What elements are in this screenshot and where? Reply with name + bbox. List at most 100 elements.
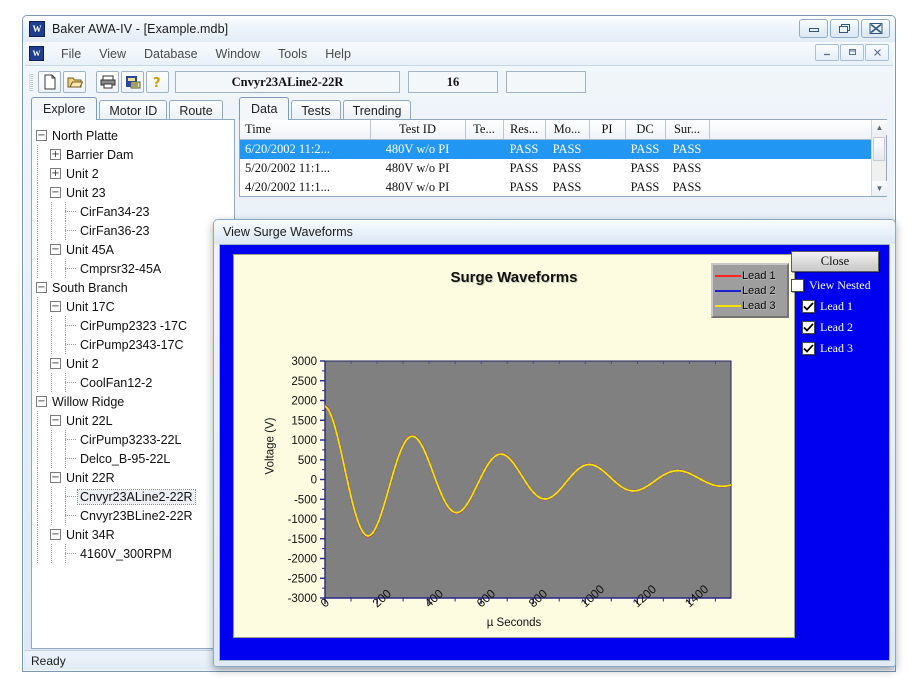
tree-item[interactable]: Cnvyr23ALine2-22R (36, 487, 234, 506)
tree-item[interactable]: − Willow Ridge (36, 392, 234, 411)
tree-item[interactable]: CirPump3233-22L (36, 430, 234, 449)
tree-collapse-icon[interactable]: − (50, 187, 61, 198)
checkbox-row[interactable]: Lead 2 (802, 320, 883, 335)
column-header[interactable]: Time (240, 120, 371, 140)
plot-wrapper: 3000 2500 2000 1500 1000 500 0 -500 -1000 -1500 -2… (234, 255, 794, 637)
column-header[interactable] (709, 120, 886, 140)
tree-item[interactable]: CirFan36-23 (36, 221, 234, 240)
grid-scrollbar[interactable]: ▲ ▼ (871, 120, 887, 196)
tab-data[interactable]: Data (239, 97, 290, 120)
column-header[interactable]: Te... (465, 120, 504, 140)
column-header[interactable]: Res... (503, 120, 546, 140)
tree-collapse-icon[interactable]: − (50, 301, 61, 312)
table-row[interactable]: 6/20/2002 11:2... 480V w/o PI PASS PASS PASS… (240, 139, 886, 159)
checkbox-checked-icon[interactable] (802, 300, 815, 313)
scroll-thumb[interactable] (873, 137, 885, 161)
tree-collapse-icon[interactable]: − (50, 529, 61, 540)
checkbox-checked-icon[interactable] (802, 342, 815, 355)
toolbar-blank-field[interactable] (506, 71, 586, 93)
tree-item[interactable]: − North Platte (36, 126, 234, 145)
tree-item[interactable]: + Unit 2 (36, 164, 234, 183)
tree-item[interactable]: − Unit 22L (36, 411, 234, 430)
tree-item[interactable]: Cmprsr32-45A (36, 259, 234, 278)
menu-item-tools[interactable]: Tools (269, 44, 316, 64)
minimize-button[interactable] (799, 19, 828, 38)
checkbox-row[interactable]: Lead 3 (802, 341, 883, 356)
tree-item[interactable]: − Unit 45A (36, 240, 234, 259)
menu-item-view[interactable]: View (90, 44, 135, 64)
tree-indent (36, 202, 50, 221)
tree-collapse-icon[interactable]: − (50, 415, 61, 426)
print-icon[interactable] (96, 71, 119, 93)
tree-item[interactable]: CoolFan12-2 (36, 373, 234, 392)
tree-item[interactable]: 4160V_300RPM (36, 544, 234, 563)
tree-item[interactable]: − Unit 17C (36, 297, 234, 316)
tree-expand-icon[interactable]: + (50, 168, 61, 179)
motor-id-field[interactable]: Cnvyr23ALine2-22R (175, 71, 400, 93)
mdi-minimize-button[interactable] (815, 44, 839, 61)
scroll-up-icon[interactable]: ▲ (872, 120, 887, 135)
checkbox-checked-icon[interactable] (802, 321, 815, 334)
menu-item-help[interactable]: Help (316, 44, 360, 64)
tree-item[interactable]: − South Branch (36, 278, 234, 297)
toolbar-grip[interactable] (29, 73, 33, 91)
mdi-close-button[interactable] (865, 44, 889, 61)
column-header[interactable]: PI (589, 120, 626, 140)
tree-item[interactable]: − Unit 23 (36, 183, 234, 202)
tree-view[interactable]: − North Platte + Barrier Dam + Unit 2− Unit 23… (31, 119, 235, 649)
tab-trending[interactable]: Trending (342, 100, 412, 121)
tree-collapse-icon[interactable]: − (36, 130, 47, 141)
dialog-title: View Surge Waveforms (223, 225, 353, 239)
tree-item[interactable]: CirPump2343-17C (36, 335, 234, 354)
scroll-down-icon[interactable]: ▼ (872, 181, 887, 196)
tree-item[interactable]: Cnvyr23BLine2-22R (36, 506, 234, 525)
tree-collapse-icon[interactable]: − (50, 472, 61, 483)
table-cell: 480V w/o PI (385, 160, 450, 175)
restore-button[interactable] (830, 19, 859, 38)
menu-item-window[interactable]: Window (207, 44, 269, 64)
table-row[interactable]: 4/20/2002 11:1... 480V w/o PI PASS PASS PASS… (240, 178, 886, 197)
tree-item[interactable]: Delco_B-95-22L (36, 449, 234, 468)
column-header[interactable]: Sur... (665, 120, 710, 140)
checkbox-unchecked-icon[interactable] (791, 279, 804, 292)
checkbox-row[interactable]: View Nested (791, 278, 883, 293)
close-button[interactable] (861, 19, 890, 38)
tree-item[interactable]: + Barrier Dam (36, 145, 234, 164)
tree-leaf-connector (64, 373, 78, 392)
tree-item[interactable]: − Unit 34R (36, 525, 234, 544)
waveform-plot[interactable]: 3000 2500 2000 1500 1000 500 0 -500 -1000 -1500 -2… (234, 255, 796, 672)
test-results-grid[interactable]: Time Test ID Te... Res... Mo... PI DC Sur... 6/2… (239, 119, 887, 197)
tree-item[interactable]: CirFan34-23 (36, 202, 234, 221)
tree-item[interactable]: − Unit 2 (36, 354, 234, 373)
tab-explore[interactable]: Explore (31, 97, 98, 120)
tab-tests[interactable]: Tests (291, 100, 341, 121)
tab-route[interactable]: Route (169, 100, 223, 121)
tab-motor-id[interactable]: Motor ID (99, 100, 168, 121)
tree-indent (50, 373, 64, 392)
tree-item[interactable]: − Unit 22R (36, 468, 234, 487)
tree-collapse-icon[interactable]: − (50, 244, 61, 255)
open-folder-icon[interactable] (63, 71, 86, 93)
table-cell (589, 139, 625, 159)
table-row[interactable]: 5/20/2002 11:1... 480V w/o PI PASS PASS PASS… (240, 159, 886, 178)
column-header[interactable]: Mo... (545, 120, 590, 140)
column-header[interactable]: DC (625, 120, 666, 140)
tree-expand-icon[interactable]: + (50, 149, 61, 160)
tree-collapse-icon[interactable]: − (36, 396, 47, 407)
y-tick-label: -3000 (288, 593, 317, 605)
checkbox-row[interactable]: Lead 1 (802, 299, 883, 314)
tree-item[interactable]: CirPump2323 -17C (36, 316, 234, 335)
close-dialog-button[interactable]: Close (791, 251, 879, 272)
tree-collapse-icon[interactable]: − (50, 358, 61, 369)
mdi-restore-button[interactable] (840, 44, 864, 61)
menu-item-database[interactable]: Database (135, 44, 207, 64)
database-report-icon[interactable] (121, 71, 144, 93)
new-document-icon[interactable] (38, 71, 61, 93)
help-question-icon[interactable]: ? (146, 71, 169, 93)
tree-item-label: Unit 23 (66, 185, 106, 200)
column-header[interactable]: Test ID (370, 120, 466, 140)
table-cell: PASS (672, 179, 702, 194)
menu-item-file[interactable]: File (52, 44, 90, 64)
record-count-field[interactable]: 16 (408, 71, 498, 93)
tree-collapse-icon[interactable]: − (36, 282, 47, 293)
